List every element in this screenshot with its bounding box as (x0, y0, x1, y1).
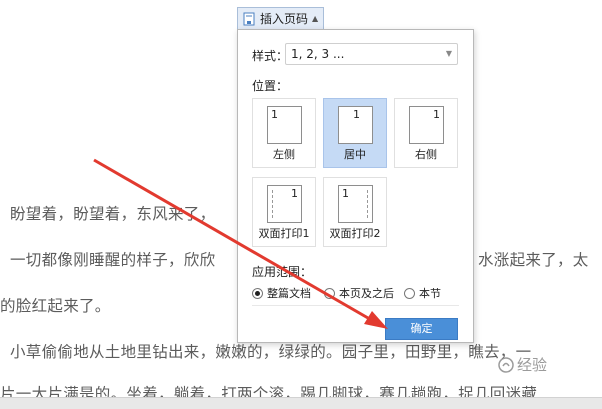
ok-button[interactable]: 确定 (385, 318, 458, 340)
position-center-tile[interactable]: 1 居中 (323, 98, 387, 168)
watermark-logo-icon (498, 356, 514, 373)
watermark: 经验 (498, 354, 547, 375)
page-preview-icon: 1 (338, 106, 373, 144)
binding-line (367, 190, 368, 218)
radio-unchecked-icon (324, 287, 335, 299)
insert-page-number-button[interactable]: 插入页码 ▲ (237, 7, 324, 29)
position-duplex-1-tile[interactable]: 1 双面打印1 (252, 177, 316, 247)
position-right-label: 右侧 (415, 148, 437, 161)
caret-up-icon: ▲ (312, 14, 319, 23)
page-number-popup: 样式： 1, 2, 3 ... ▼ 位置： 1 左侧 1 居中 1 右侧 1 双… (237, 29, 474, 343)
style-select-value: 1, 2, 3 ... (291, 47, 345, 61)
scope-this-section-radio[interactable]: 本节 (404, 285, 441, 301)
scope-this-page-onward-radio[interactable]: 本页及之后 (324, 285, 394, 301)
scope-whole-document-radio[interactable]: 整篇文档 (252, 285, 311, 301)
doc-line-4: 小草偷偷地从土地里钻出来，嫩嫩的，绿绿的。园子里，田野里，瞧去，一 (10, 343, 532, 361)
scope-this-page-onward-label: 本页及之后 (339, 287, 394, 300)
position-duplex-1-label: 双面打印1 (258, 227, 310, 240)
binding-line (272, 190, 273, 218)
position-left-label: 左侧 (273, 148, 295, 161)
doc-line-3: 的脸红起来了。 (0, 297, 111, 315)
page-number-icon (243, 12, 255, 25)
position-label: 位置： (252, 79, 289, 93)
scope-this-section-label: 本节 (419, 287, 441, 300)
radio-unchecked-icon (404, 287, 415, 299)
doc-line-2: 一切都像刚睡醒的样子，欣欣 (10, 251, 216, 269)
chevron-down-icon: ▼ (445, 49, 452, 58)
scope-whole-document-label: 整篇文档 (267, 287, 311, 300)
doc-line-1: 盼望着，盼望着，东风来了， (10, 205, 216, 223)
apply-scope-label: 应用范围： (252, 263, 313, 280)
watermark-text: 经验 (517, 356, 548, 374)
insert-page-number-label: 插入页码 (260, 12, 309, 26)
position-center-label: 居中 (344, 148, 366, 161)
position-duplex-2-tile[interactable]: 1 双面打印2 (323, 177, 387, 247)
page-preview-icon: 1 (267, 185, 302, 223)
position-duplex-2-label: 双面打印2 (329, 227, 381, 240)
position-left-tile[interactable]: 1 左侧 (252, 98, 316, 168)
doc-line-2-right: 水涨起来了，太 (478, 251, 589, 269)
page-preview-icon: 1 (338, 185, 373, 223)
style-label: 样式： (252, 49, 289, 63)
page-preview-icon: 1 (267, 106, 302, 144)
style-select[interactable]: 1, 2, 3 ... ▼ (285, 43, 458, 65)
status-bar (0, 397, 602, 409)
radio-checked-icon (252, 287, 263, 299)
page-preview-icon: 1 (409, 106, 444, 144)
position-right-tile[interactable]: 1 右侧 (394, 98, 458, 168)
divider (252, 305, 459, 306)
